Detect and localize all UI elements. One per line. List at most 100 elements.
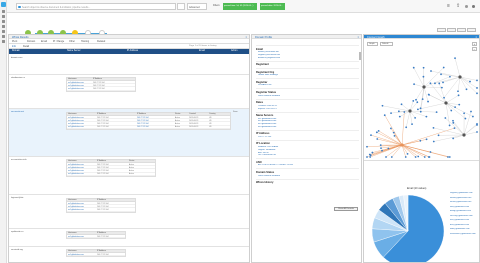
graph-node[interactable] (442, 66, 445, 69)
column-header[interactable]: Domain (12, 50, 20, 52)
scrollbar[interactable] (359, 52, 361, 60)
graph-node[interactable] (413, 83, 415, 86)
graph-node[interactable] (464, 117, 467, 120)
whois-value[interactable]: Modified: US-CA Area (256, 146, 359, 148)
column-header[interactable]: Name Server (67, 50, 81, 52)
graph-node[interactable] (434, 82, 436, 85)
graph-node[interactable] (397, 110, 400, 113)
home-icon[interactable] (2, 10, 5, 13)
graph-node[interactable] (448, 124, 451, 127)
graph-node[interactable] (390, 127, 392, 130)
graph-node[interactable] (437, 134, 440, 137)
hostname-value[interactable]: ns1.globalsites.com (68, 209, 84, 211)
graph-node[interactable] (417, 108, 419, 111)
tab-related[interactable]: Related (97, 40, 105, 43)
graph-node[interactable] (422, 66, 425, 69)
column-header[interactable]: Action (231, 50, 237, 52)
graph-node[interactable] (463, 112, 466, 115)
graph-node[interactable] (370, 134, 372, 137)
graph-node[interactable] (465, 88, 468, 91)
graph-node[interactable] (476, 87, 478, 89)
graph-node[interactable] (379, 144, 382, 147)
hostname-value[interactable]: ns1.globalsites.com (68, 236, 84, 238)
list-icon[interactable] (2, 20, 5, 23)
graph-node[interactable] (381, 104, 384, 107)
graph-node[interactable] (411, 123, 413, 126)
whois-value[interactable]: ISP: Datacenter Inc (256, 154, 359, 156)
table-row-selected[interactable]: securesite.net Hostname IP Address IP Ad… (9, 109, 249, 157)
graph-node[interactable] (419, 139, 422, 142)
graph-node[interactable] (383, 114, 386, 117)
menu-icon[interactable]: ≡ (447, 4, 450, 9)
graph-node[interactable] (458, 103, 461, 106)
pie-legend-item[interactable]: info@globalsites.com (450, 206, 478, 208)
row-domain[interactable]: accountsites.info (11, 159, 26, 161)
graph-node[interactable] (419, 110, 422, 113)
graph-node[interactable] (429, 82, 432, 85)
graph-node[interactable] (425, 138, 428, 141)
graph-node[interactable] (375, 131, 378, 134)
graph-node[interactable] (369, 154, 372, 157)
network-graph[interactable] (364, 47, 480, 159)
graph-node[interactable] (452, 121, 455, 124)
row-domain[interactable]: domain.com (11, 57, 22, 59)
row-domain[interactable]: serviceid.org (11, 249, 23, 251)
graph-type-select[interactable]: Graph (367, 42, 378, 46)
graph-node[interactable] (454, 106, 457, 109)
pie-legend-item[interactable]: abuse@globalsites.com (450, 201, 478, 203)
pie-legend-item[interactable]: billing@globalsites.com (450, 210, 478, 212)
hostname-value[interactable]: ns1.globalsites.com (68, 88, 84, 90)
graph-hub-node[interactable] (458, 75, 462, 79)
filter-chip-2[interactable]: passed date: 2020.04... (260, 3, 285, 10)
graph-node[interactable] (435, 111, 438, 114)
table-row[interactable]: accountsites.info Hostname IP Address St… (9, 157, 249, 195)
graph-hub-node[interactable] (422, 85, 426, 89)
graph-node[interactable] (419, 107, 422, 110)
graph-node[interactable] (385, 156, 387, 158)
notification-icon[interactable] (465, 5, 468, 8)
graph-node[interactable] (366, 145, 368, 148)
whois-value[interactable]: Asn: 40130 (256, 152, 359, 154)
graph-node[interactable] (414, 156, 417, 158)
graph-node[interactable] (432, 126, 435, 129)
graph-node[interactable] (416, 101, 419, 104)
graph-hub-node[interactable] (444, 101, 448, 105)
graph-node[interactable] (415, 98, 417, 101)
search-icon[interactable] (2, 15, 5, 18)
graph-node[interactable] (414, 116, 417, 119)
graph-node[interactable] (443, 96, 445, 99)
graph-node[interactable] (417, 155, 420, 158)
trail-button[interactable] (437, 28, 446, 32)
graph-node[interactable] (457, 94, 460, 97)
graph-node[interactable] (387, 147, 390, 150)
export-icon[interactable] (2, 40, 5, 43)
whois-value[interactable]: ns2.globalsites.com (256, 120, 359, 122)
row-domain[interactable]: sitedomains.co (11, 77, 25, 79)
graph-node[interactable] (472, 115, 474, 118)
whois-value[interactable]: support@securesite.net (256, 54, 359, 56)
tab-pivot[interactable]: Pivot (12, 40, 17, 43)
column-header[interactable]: IP Address (127, 50, 138, 52)
close-icon[interactable]: × (357, 36, 359, 39)
graph-node[interactable] (440, 86, 443, 89)
subtab-detail[interactable]: Detail (23, 45, 29, 48)
graph-layout-select[interactable]: Default (380, 42, 393, 46)
graph-node[interactable] (422, 75, 425, 78)
subtab-info[interactable]: Info (12, 45, 16, 48)
graph-node[interactable] (448, 156, 451, 158)
row-domain[interactable]: loginverify.biz (11, 197, 23, 199)
graph-node[interactable] (476, 124, 478, 126)
zoom-in-icon[interactable]: + (472, 42, 477, 46)
search-input[interactable]: Search object & observe document & indic… (16, 3, 176, 10)
graph-node[interactable] (476, 79, 478, 82)
graph-node[interactable] (453, 127, 456, 130)
whois-value[interactable]: ns3.globalsites.com (256, 123, 359, 125)
table-row[interactable]: sitedomains.co Hostname IP Address ns1.g… (9, 75, 249, 109)
settings-icon[interactable] (2, 35, 5, 38)
whois-value[interactable]: 209.77.12.104 (256, 136, 359, 138)
trail-button[interactable] (447, 28, 456, 32)
graph-node[interactable] (432, 140, 435, 143)
graph-node[interactable] (425, 115, 428, 118)
graph-node[interactable] (366, 156, 368, 158)
tab-hosting[interactable]: Hosting (81, 40, 89, 43)
